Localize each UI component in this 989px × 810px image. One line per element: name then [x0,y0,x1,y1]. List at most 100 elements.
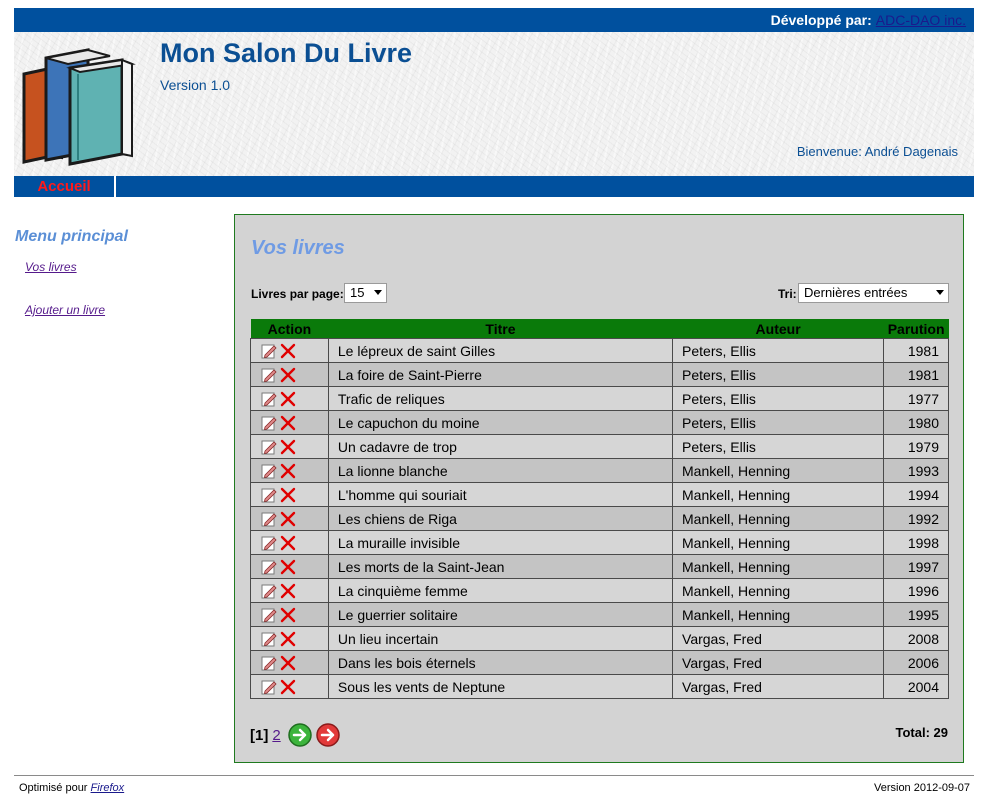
row-year: 1996 [883,578,949,603]
pagination: [1] 2 [250,723,340,747]
sidebar-title: Menu principal [15,228,128,245]
delete-x-icon[interactable] [280,655,296,671]
edit-pencil-icon[interactable] [261,583,277,599]
row-actions [250,362,329,387]
delete-x-icon[interactable] [280,511,296,527]
delete-x-icon[interactable] [280,463,296,479]
footer-version: Version 2012-09-07 [873,782,970,794]
page-link-2[interactable]: 2 [272,727,280,744]
row-title: Le guerrier solitaire [327,602,674,627]
row-actions [250,554,329,579]
row-title: Le lépreux de saint Gilles [327,338,674,363]
column-header-titre: Titre [328,319,673,339]
row-author: Mankell, Henning [672,506,885,531]
delete-x-icon[interactable] [280,487,296,503]
edit-pencil-icon[interactable] [261,391,277,407]
edit-pencil-icon[interactable] [261,679,277,695]
edit-pencil-icon[interactable] [261,511,277,527]
row-author: Vargas, Fred [672,674,885,699]
per-page-select[interactable]: 15 [344,283,387,303]
sort-select[interactable]: Dernières entrées [798,283,949,303]
edit-pencil-icon[interactable] [261,535,277,551]
row-year: 1981 [883,338,949,363]
row-title: La muraille invisible [327,530,674,555]
row-year: 2008 [883,626,949,651]
row-year: 1997 [883,554,949,579]
edit-pencil-icon[interactable] [261,343,277,359]
delete-x-icon[interactable] [280,367,296,383]
firefox-link[interactable]: Firefox [91,782,125,794]
row-author: Mankell, Henning [672,530,885,555]
row-author: Mankell, Henning [672,482,885,507]
row-year: 1994 [883,482,949,507]
row-year: 1998 [883,530,949,555]
delete-x-icon[interactable] [280,559,296,575]
books-panel: Vos livres Livres par page: 15 Tri: Dern… [234,214,964,763]
row-author: Peters, Ellis [672,410,885,435]
delete-x-icon[interactable] [280,679,296,695]
top-bar: Développé par: ADC-DAO inc. [14,8,974,32]
row-title: Les chiens de Riga [327,506,674,531]
row-year: 2006 [883,650,949,675]
sidebar-item-ajouter-livre[interactable]: Ajouter un livre [25,303,105,317]
row-title: Le capuchon du moine [327,410,674,435]
developed-by-label: Développé par: [770,12,872,28]
delete-x-icon[interactable] [280,391,296,407]
sidebar-item-vos-livres[interactable]: Vos livres [25,260,77,274]
edit-pencil-icon[interactable] [261,631,277,647]
delete-x-icon[interactable] [280,631,296,647]
row-title: La cinquième femme [327,578,674,603]
current-page: [1] [250,726,269,744]
next-arrow-icon[interactable] [287,723,312,747]
edit-pencil-icon[interactable] [261,487,277,503]
edit-pencil-icon[interactable] [261,655,277,671]
books-table: Action Titre Auteur Parution Le lépreux … [250,319,949,699]
table-row: Les morts de la Saint-Jean Mankell, Henn… [250,554,949,579]
row-title: Sous les vents de Neptune [327,674,674,699]
delete-x-icon[interactable] [280,583,296,599]
table-row: La lionne blanche Mankell, Henning 1993 [250,458,949,483]
row-actions [250,410,329,435]
row-year: 1977 [883,386,949,411]
edit-pencil-icon[interactable] [261,607,277,623]
column-header-parution: Parution [883,319,949,339]
row-title: La lionne blanche [327,458,674,483]
edit-pencil-icon[interactable] [261,367,277,383]
sort-value: Dernières entrées [804,285,908,300]
row-title: Un lieu incertain [327,626,674,651]
row-author: Vargas, Fred [672,626,885,651]
last-arrow-icon[interactable] [315,723,340,747]
row-actions [250,434,329,459]
chevron-down-icon [936,290,944,295]
per-page-label: Livres par page: [251,287,344,301]
developer-link[interactable]: ADC-DAO inc. [876,12,966,28]
row-title: La foire de Saint-Pierre [327,362,674,387]
table-row: L'homme qui souriait Mankell, Henning 19… [250,482,949,507]
row-actions [250,602,329,627]
delete-x-icon[interactable] [280,535,296,551]
delete-x-icon[interactable] [280,607,296,623]
delete-x-icon[interactable] [280,415,296,431]
footer-optimized-label: Optimisé pour [19,782,88,794]
edit-pencil-icon[interactable] [261,463,277,479]
edit-pencil-icon[interactable] [261,439,277,455]
table-row: Le lépreux de saint Gilles Peters, Ellis… [250,338,949,363]
row-year: 1993 [883,458,949,483]
app-title: Mon Salon Du Livre [160,38,413,68]
row-author: Vargas, Fred [672,650,885,675]
row-author: Peters, Ellis [672,338,885,363]
delete-x-icon[interactable] [280,343,296,359]
edit-pencil-icon[interactable] [261,559,277,575]
delete-x-icon[interactable] [280,439,296,455]
footer-divider [14,775,974,776]
edit-pencil-icon[interactable] [261,415,277,431]
panel-title: Vos livres [251,237,345,259]
row-actions [250,482,329,507]
row-author: Peters, Ellis [672,386,885,411]
total-count: Total: 29 [895,725,949,740]
nav-home-link[interactable]: Accueil [14,176,116,197]
table-header-row: Action Titre Auteur Parution [250,319,949,339]
row-actions [250,578,329,603]
row-author: Mankell, Henning [672,602,885,627]
sort-label: Tri: [778,287,797,301]
